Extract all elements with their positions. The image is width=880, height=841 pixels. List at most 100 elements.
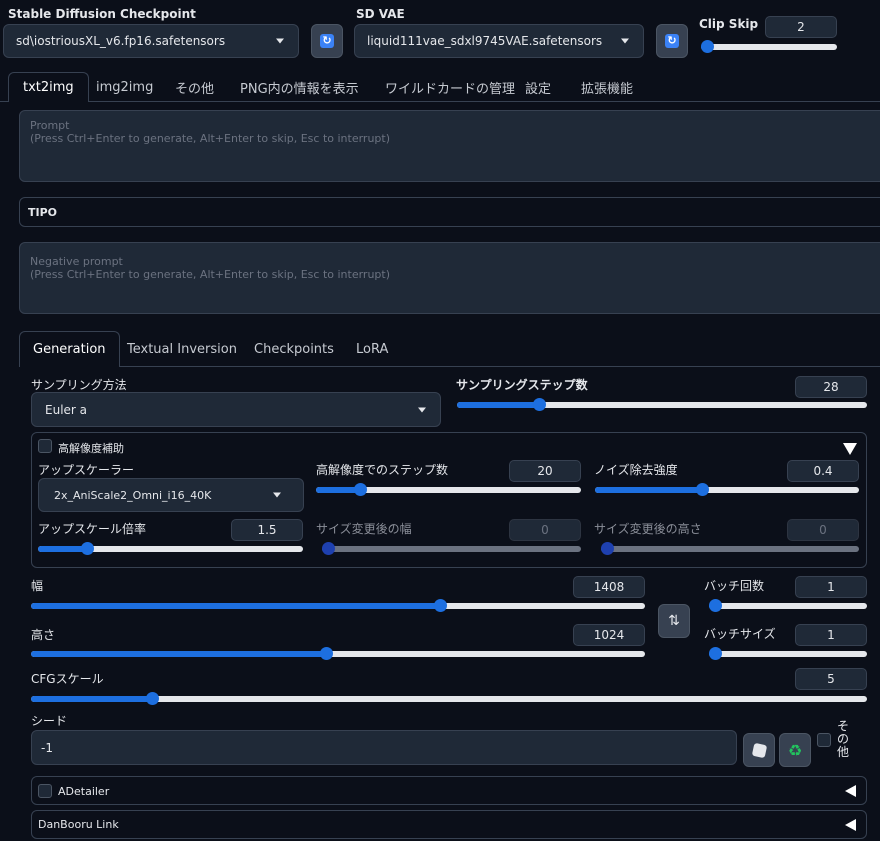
hires-steps-label: 高解像度でのステップ数: [316, 463, 449, 477]
height-slider[interactable]: [31, 646, 645, 662]
sampler-value: Euler a: [45, 402, 88, 417]
resize-height-slider[interactable]: [601, 541, 859, 557]
adetailer-label: ADetailer: [58, 785, 110, 798]
width-input[interactable]: 1408: [573, 576, 645, 598]
tab-textual-inversion[interactable]: Textual Inversion: [127, 331, 237, 367]
batch-size-label: バッチサイズ: [704, 627, 776, 641]
refresh-icon: ↻: [665, 34, 679, 48]
upscale-by-slider[interactable]: [38, 541, 303, 557]
adetailer-checkbox[interactable]: [38, 784, 52, 798]
slider-thumb[interactable]: [320, 647, 333, 660]
width-slider[interactable]: [31, 598, 645, 614]
hires-fix-label: 高解像度補助: [58, 442, 124, 455]
upscaler-dropdown[interactable]: 2x_AniScale2_Omni_i16_40K: [38, 478, 304, 512]
tab-txt2img[interactable]: txt2img: [8, 72, 89, 102]
recycle-icon: ♻: [787, 740, 803, 760]
dice-icon: [751, 742, 767, 758]
slider-thumb[interactable]: [354, 483, 367, 496]
slider-thumb[interactable]: [601, 542, 614, 555]
tipo-accordion[interactable]: TIPO: [19, 197, 880, 227]
clip-skip-input[interactable]: 2: [765, 16, 837, 38]
slider-thumb[interactable]: [709, 599, 722, 612]
chevron-down-icon: [273, 492, 281, 498]
expand-triangle-icon[interactable]: [845, 819, 856, 831]
slider-thumb[interactable]: [322, 542, 335, 555]
seed-value: -1: [41, 740, 53, 755]
clip-skip-label: Clip Skip: [699, 17, 759, 31]
vae-label: SD VAE: [356, 7, 405, 21]
height-label: 高さ: [31, 628, 56, 642]
vae-refresh-button[interactable]: ↻: [656, 24, 688, 58]
batch-count-slider[interactable]: [709, 598, 867, 614]
tab-png-info[interactable]: PNG内の情報を表示: [240, 72, 359, 102]
resize-height-input[interactable]: 0: [787, 519, 859, 541]
steps-input[interactable]: 28: [795, 376, 867, 398]
danbooru-link-accordion[interactable]: DanBooru Link: [31, 810, 867, 839]
prompt-placeholder: Prompt: [30, 119, 70, 132]
upscale-by-label: アップスケール倍率: [38, 522, 147, 536]
slider-thumb[interactable]: [434, 599, 447, 612]
checkpoint-refresh-button[interactable]: ↻: [311, 24, 343, 58]
prompt-textarea[interactable]: Prompt (Press Ctrl+Enter to generate, Al…: [19, 110, 880, 182]
slider-thumb[interactable]: [533, 398, 546, 411]
refresh-icon: ↻: [320, 34, 334, 48]
collapse-triangle-icon[interactable]: [843, 443, 857, 455]
denoise-input[interactable]: 0.4: [787, 460, 859, 482]
height-input[interactable]: 1024: [573, 624, 645, 646]
hires-steps-slider[interactable]: [316, 482, 581, 498]
resize-width-input[interactable]: 0: [509, 519, 581, 541]
seed-extra-checkbox[interactable]: [817, 733, 831, 747]
reuse-seed-button[interactable]: ♻: [779, 733, 811, 767]
sampler-label: サンプリング方法: [31, 378, 127, 392]
resize-height-label: サイズ変更後の高さ: [594, 522, 702, 536]
batch-count-input[interactable]: 1: [795, 576, 867, 598]
vae-dropdown[interactable]: liquid111vae_sdxl9745VAE.safetensors: [354, 24, 644, 58]
upscale-by-input[interactable]: 1.5: [231, 519, 303, 541]
prompt-placeholder-hint: (Press Ctrl+Enter to generate, Alt+Enter…: [30, 132, 391, 145]
slider-thumb[interactable]: [709, 647, 722, 660]
vae-value: liquid111vae_sdxl9745VAE.safetensors: [367, 34, 603, 48]
tab-img2img[interactable]: img2img: [96, 72, 153, 102]
swap-dimensions-button[interactable]: ⇅: [658, 604, 690, 638]
resize-width-label: サイズ変更後の幅: [316, 522, 412, 536]
tab-extensions[interactable]: 拡張機能: [581, 72, 633, 102]
cfg-label: CFGスケール: [31, 672, 104, 686]
sampler-dropdown[interactable]: Euler a: [31, 392, 441, 427]
batch-count-label: バッチ回数: [704, 579, 765, 593]
tab-generation[interactable]: Generation: [19, 331, 120, 367]
batch-size-input[interactable]: 1: [795, 624, 867, 646]
hires-steps-input[interactable]: 20: [509, 460, 581, 482]
upscaler-label: アップスケーラー: [38, 463, 135, 477]
tipo-label: TIPO: [28, 206, 58, 219]
slider-thumb[interactable]: [146, 692, 159, 705]
upscaler-value: 2x_AniScale2_Omni_i16_40K: [54, 488, 212, 502]
denoise-slider[interactable]: [595, 482, 859, 498]
swap-arrows-icon: ⇅: [668, 613, 680, 629]
slider-thumb[interactable]: [696, 483, 709, 496]
cfg-input[interactable]: 5: [795, 668, 867, 690]
chevron-down-icon: [276, 38, 284, 44]
cfg-slider[interactable]: [31, 691, 867, 707]
adetailer-accordion[interactable]: ADetailer: [31, 776, 867, 805]
clip-skip-slider[interactable]: [701, 39, 837, 55]
random-seed-button[interactable]: [743, 733, 775, 767]
steps-label: サンプリングステップ数: [456, 378, 588, 392]
seed-input[interactable]: -1: [31, 730, 737, 765]
resize-width-slider[interactable]: [322, 541, 581, 557]
chevron-down-icon: [418, 407, 426, 412]
tab-lora[interactable]: LoRA: [356, 331, 388, 367]
slider-thumb[interactable]: [701, 40, 714, 53]
negative-prompt-textarea[interactable]: Negative prompt (Press Ctrl+Enter to gen…: [19, 242, 880, 314]
tab-other[interactable]: その他: [175, 72, 214, 102]
steps-slider[interactable]: [457, 397, 867, 413]
batch-size-slider[interactable]: [709, 646, 867, 662]
tab-wildcards[interactable]: ワイルドカードの管理: [385, 72, 515, 102]
checkpoint-dropdown[interactable]: sd\iostriousXL_v6.fp16.safetensors: [3, 24, 299, 58]
expand-triangle-icon[interactable]: [845, 785, 856, 797]
negative-prompt-placeholder-hint: (Press Ctrl+Enter to generate, Alt+Enter…: [30, 268, 391, 281]
tab-checkpoints[interactable]: Checkpoints: [254, 331, 334, 367]
slider-thumb[interactable]: [81, 542, 94, 555]
hires-fix-checkbox[interactable]: [38, 439, 52, 453]
tab-settings[interactable]: 設定: [525, 72, 551, 102]
negative-prompt-placeholder: Negative prompt: [30, 255, 123, 268]
